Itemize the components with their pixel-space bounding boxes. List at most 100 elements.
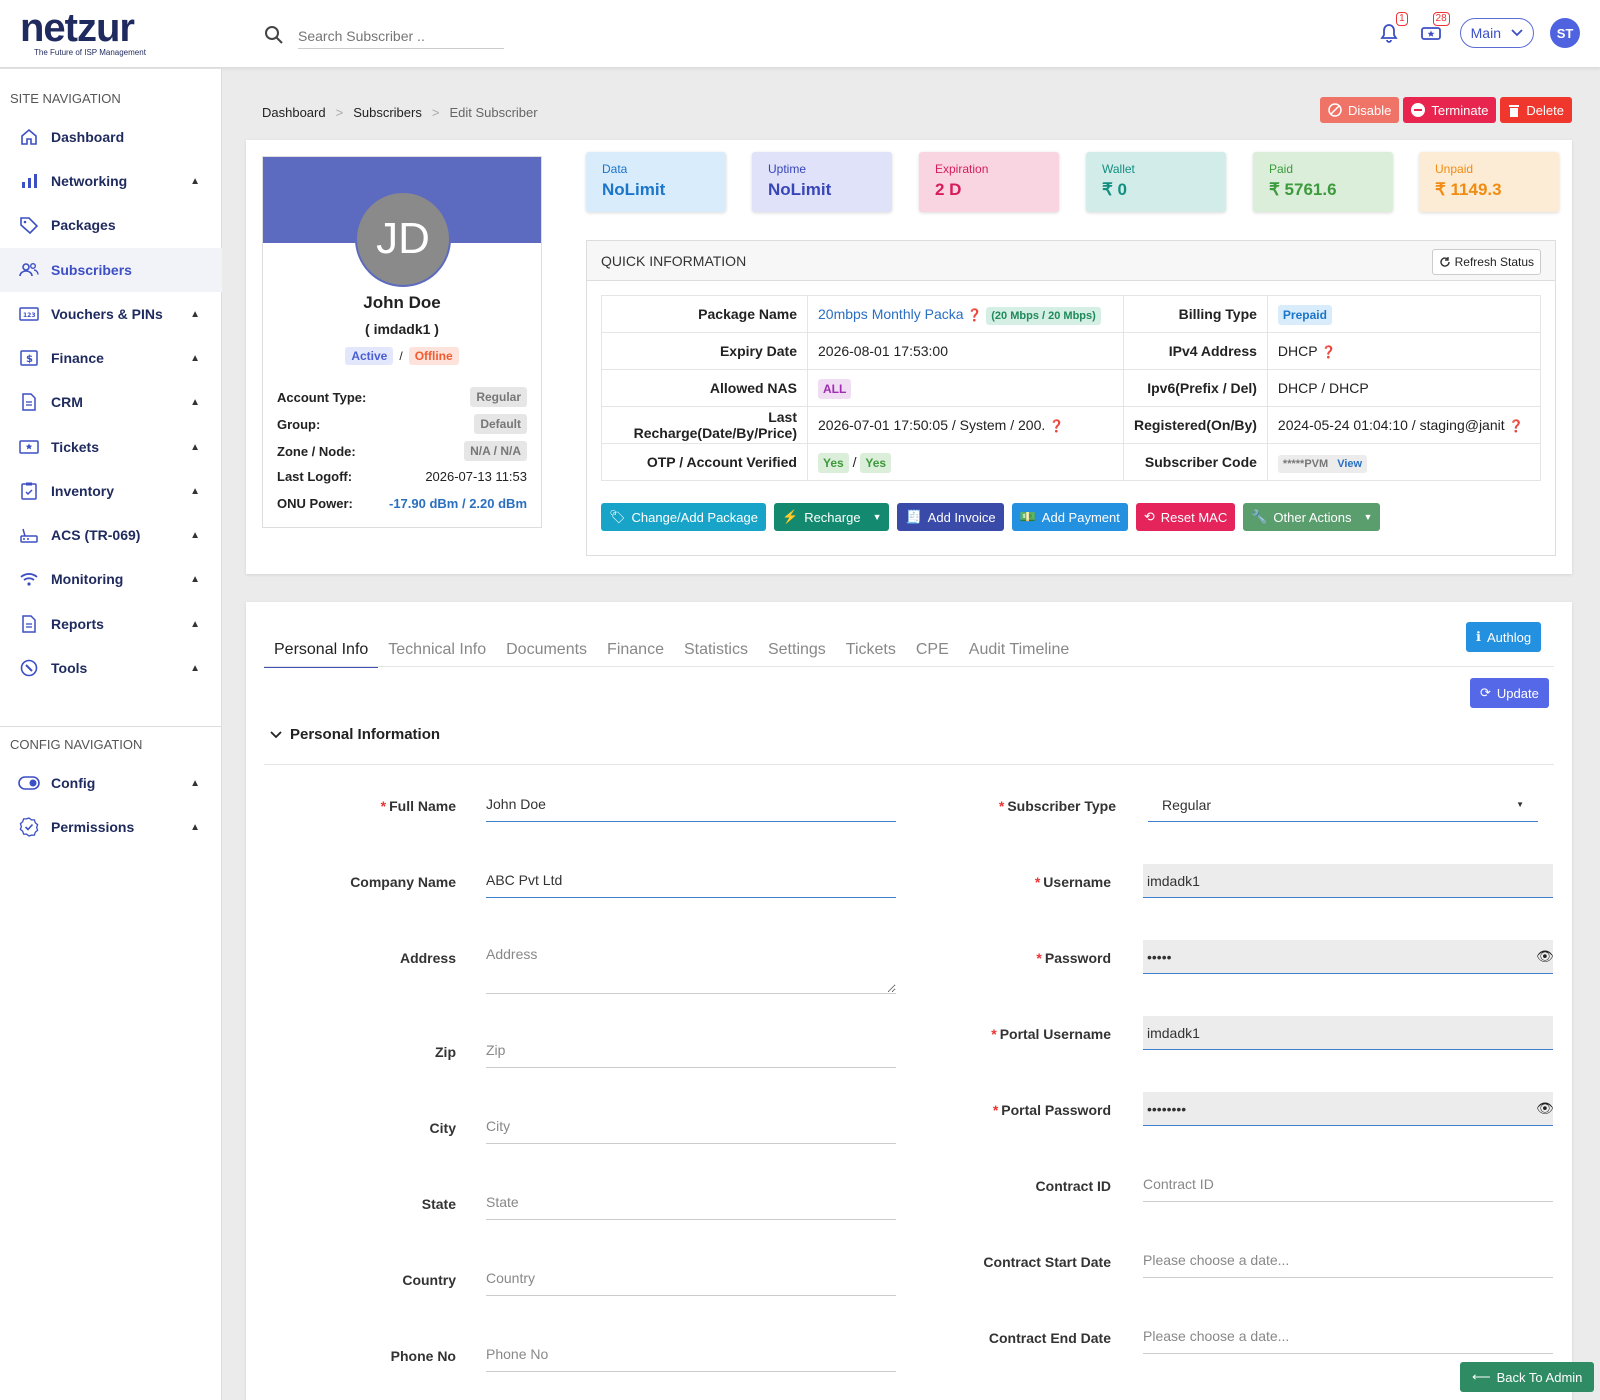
tickets-shortcut[interactable]: 28: [1418, 12, 1450, 46]
company-name-input[interactable]: [486, 862, 896, 898]
sidebar-item-reports[interactable]: Reports ▲: [0, 602, 222, 646]
zone-label: Zone / Node:: [277, 443, 356, 459]
refresh-status-button[interactable]: Refresh Status: [1431, 249, 1541, 275]
tab-personal-info[interactable]: Personal Info: [264, 636, 379, 668]
search-input[interactable]: [298, 24, 504, 49]
sidebar-item-inventory[interactable]: Inventory ▲: [0, 469, 222, 513]
sidebar-item-label: Permissions: [51, 819, 135, 835]
authlog-button[interactable]: ℹ Authlog: [1466, 622, 1542, 652]
contract-end-input[interactable]: [1143, 1318, 1553, 1354]
help-icon[interactable]: ❓: [1509, 419, 1524, 433]
tab-statistics[interactable]: Statistics: [674, 636, 758, 668]
portal-username-input[interactable]: [1143, 1016, 1553, 1050]
sidebar-item-vouchers[interactable]: 123 Vouchers & PINs ▲: [0, 292, 222, 336]
sidebar-item-label: Config: [51, 775, 96, 791]
status-active-badge: Active: [345, 347, 394, 365]
stat-paid: Paid ₹ 5761.6: [1253, 152, 1393, 212]
ipv4-value: DHCP: [1277, 343, 1318, 359]
logo-tagline: The Future of ISP Management: [34, 48, 146, 57]
tag-icon: 🏷: [609, 509, 626, 524]
tab-technical-info[interactable]: Technical Info: [378, 636, 496, 668]
delete-button[interactable]: Delete: [1500, 97, 1572, 123]
sidebar-item-crm[interactable]: CRM ▲: [0, 380, 222, 424]
subscriber-details-card: Personal Info Technical Info Documents F…: [246, 602, 1572, 1400]
wrench-icon: 🔧: [1251, 509, 1268, 524]
sidebar-item-packages[interactable]: Packages: [0, 203, 222, 247]
status-separator: /: [399, 349, 403, 363]
package-name-link[interactable]: 20mbps Monthly Packa: [818, 306, 964, 322]
sidebar-item-acs[interactable]: ACS (TR-069) ▲: [0, 513, 222, 557]
ticket-icon: [18, 436, 40, 458]
search-icon[interactable]: [264, 25, 284, 48]
tab-documents[interactable]: Documents: [496, 636, 597, 668]
sidebar-item-finance[interactable]: $ Finance ▲: [0, 336, 222, 380]
other-actions-button[interactable]: 🔧 Other Actions ▼: [1243, 503, 1381, 531]
top-bar: netzur The Future of ISP Management 1 28…: [0, 0, 1600, 68]
change-package-button[interactable]: 🏷 Change/Add Package: [601, 503, 766, 531]
sidebar-item-permissions[interactable]: Permissions ▲: [0, 805, 222, 849]
username-input[interactable]: [1143, 864, 1553, 898]
help-icon[interactable]: ❓: [1321, 345, 1336, 359]
help-icon[interactable]: ❓: [967, 308, 982, 322]
update-icon: ⟳: [1480, 685, 1491, 700]
otp-badge: Yes: [818, 453, 849, 473]
country-input[interactable]: [486, 1260, 896, 1296]
phone-input[interactable]: [486, 1336, 896, 1372]
update-button[interactable]: ⟳ Update: [1470, 678, 1549, 708]
sidebar-item-label: Dashboard: [51, 129, 125, 145]
full-name-input[interactable]: [486, 786, 896, 822]
stat-data: Data NoLimit: [586, 152, 726, 212]
username-label: * Username: [1034, 874, 1111, 890]
disable-button[interactable]: Disable: [1319, 97, 1400, 123]
notifications-bell[interactable]: 1: [1376, 12, 1408, 46]
address-textarea[interactable]: [486, 946, 896, 994]
tab-audit-timeline[interactable]: Audit Timeline: [959, 636, 1080, 668]
sidebar-item-dashboard[interactable]: Dashboard: [0, 115, 222, 159]
personal-info-section-header[interactable]: Personal Information: [270, 726, 440, 743]
eye-icon[interactable]: 👁: [1536, 1100, 1554, 1117]
city-input[interactable]: [486, 1108, 896, 1144]
terminate-button[interactable]: Terminate: [1403, 97, 1497, 123]
sidebar-item-config[interactable]: Config ▲: [0, 761, 222, 805]
tab-tickets[interactable]: Tickets: [836, 636, 906, 668]
tab-settings[interactable]: Settings: [758, 636, 836, 668]
phone-label: Phone No: [390, 1348, 456, 1364]
logo[interactable]: netzur The Future of ISP Management: [20, 8, 146, 57]
main-selector[interactable]: Main: [1459, 18, 1534, 48]
breadcrumb-subscribers[interactable]: Subscribers: [353, 105, 422, 120]
breadcrumb-dashboard[interactable]: Dashboard: [262, 105, 326, 120]
contract-id-input[interactable]: [1143, 1166, 1553, 1202]
portal-password-input[interactable]: [1143, 1092, 1553, 1126]
subscriber-actions: Disable Terminate Delete: [1319, 97, 1572, 123]
sidebar-item-subscribers[interactable]: Subscribers: [0, 248, 222, 292]
account-type-label: Account Type:: [277, 389, 367, 405]
state-input[interactable]: [486, 1184, 896, 1220]
subscriber-type-label: * Subscriber Type: [998, 798, 1116, 814]
sidebar-item-networking[interactable]: Networking ▲: [0, 159, 222, 203]
quick-actions: 🏷 Change/Add Package ⚡ Recharge ▼ 🧾 Add Invo…: [601, 503, 1381, 531]
last-logoff-label: Last Logoff:: [277, 469, 353, 484]
billing-type-badge: Prepaid: [1277, 305, 1332, 325]
password-input[interactable]: [1143, 940, 1553, 974]
reset-mac-button[interactable]: ⟲ Reset MAC: [1135, 503, 1236, 531]
bar-chart-icon: [18, 170, 40, 192]
sidebar-item-monitoring[interactable]: Monitoring ▲: [0, 557, 222, 601]
eye-icon[interactable]: 👁: [1536, 948, 1554, 965]
tab-finance[interactable]: Finance: [597, 636, 674, 668]
tab-cpe[interactable]: CPE: [906, 636, 959, 668]
user-avatar[interactable]: ST: [1550, 18, 1580, 48]
contract-start-input[interactable]: [1143, 1242, 1553, 1278]
report-icon: [18, 613, 40, 635]
quick-info-table: Package Name 20mbps Monthly Packa ❓ (20 …: [601, 295, 1542, 481]
zip-input[interactable]: [486, 1032, 896, 1068]
add-invoice-button[interactable]: 🧾 Add Invoice: [897, 503, 1004, 531]
sidebar-item-tickets[interactable]: Tickets ▲: [0, 425, 222, 469]
add-payment-button[interactable]: 💵 Add Payment: [1011, 503, 1128, 531]
sidebar-item-tools[interactable]: Tools ▲: [0, 646, 222, 690]
recharge-button[interactable]: ⚡ Recharge ▼: [774, 503, 890, 531]
router-icon: [18, 524, 40, 546]
view-code-link[interactable]: View: [1337, 458, 1362, 470]
subscriber-type-select[interactable]: Regular ▼: [1148, 788, 1538, 822]
help-icon[interactable]: ❓: [1049, 419, 1064, 433]
back-to-admin-button[interactable]: ⟵ Back To Admin: [1460, 1362, 1595, 1392]
